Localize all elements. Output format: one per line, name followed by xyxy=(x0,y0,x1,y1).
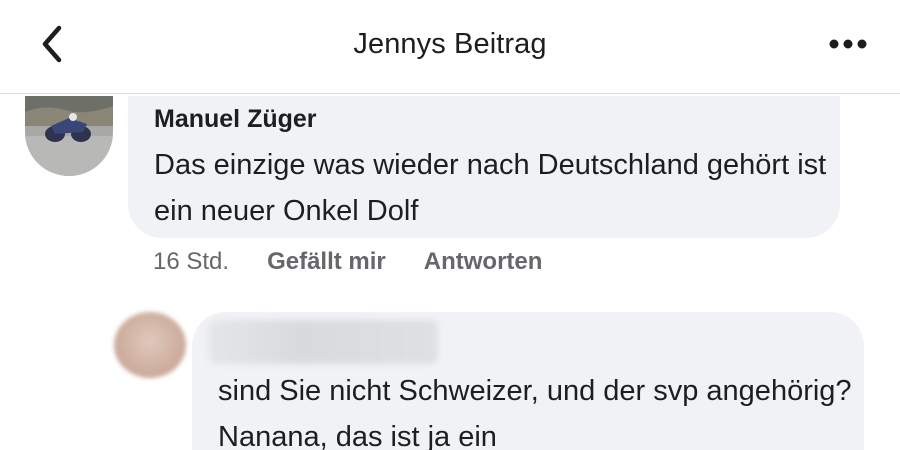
comment-text: Das einzige was wieder nach Deutschland … xyxy=(154,149,827,227)
motorcycle-photo-avatar xyxy=(25,96,113,176)
comment-bubble[interactable]: Manuel Züger Das einzige was wieder nach… xyxy=(128,96,840,238)
comment-timestamp: 16 Std. xyxy=(153,248,230,275)
top-bar: Jennys Beitrag xyxy=(0,0,900,94)
comment-author[interactable]: Manuel Züger xyxy=(154,105,317,134)
blurred-author-name xyxy=(208,320,438,364)
like-button[interactable]: Gefällt mir xyxy=(267,248,386,276)
page-title: Jennys Beitrag xyxy=(353,28,547,60)
more-options-button[interactable] xyxy=(824,26,872,62)
avatar-blurred[interactable] xyxy=(114,312,186,378)
reply-text: sind Sie nicht Schweizer, und der svp an… xyxy=(218,375,852,450)
avatar[interactable] xyxy=(25,96,113,176)
comment-actions: 16 Std. Gefällt mir Antworten xyxy=(153,246,580,278)
reply-bubble[interactable]: sind Sie nicht Schweizer, und der svp an… xyxy=(192,312,864,450)
more-dots-icon xyxy=(829,39,867,49)
reply-button[interactable]: Antworten xyxy=(424,248,543,276)
post-comments-screen: Jennys Beitrag Manuel Züger Das einzige … xyxy=(0,0,900,450)
